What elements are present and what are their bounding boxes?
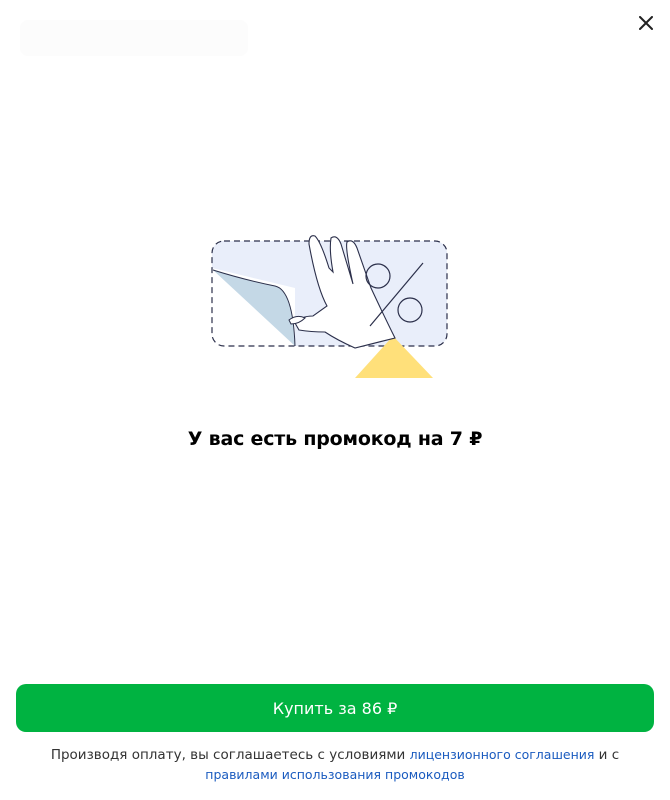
legal-text-middle: и с bbox=[594, 747, 620, 763]
promo-title: У вас есть промокод на 7 ₽ bbox=[187, 428, 483, 450]
promo-coupon-illustration bbox=[211, 235, 448, 378]
license-agreement-link[interactable]: лицензионного соглашения bbox=[410, 747, 595, 762]
buy-button[interactable]: Купить за 86 ₽ bbox=[16, 684, 654, 732]
close-icon bbox=[639, 16, 653, 30]
promo-rules-link[interactable]: правилами использования промокодов bbox=[205, 767, 464, 782]
promo-dialog: У вас есть промокод на 7 ₽ Купить за 86 … bbox=[0, 0, 670, 800]
legal-notice: Производя оплату, вы соглашаетесь с усло… bbox=[40, 745, 630, 785]
header-placeholder bbox=[20, 20, 248, 56]
close-button[interactable] bbox=[634, 11, 658, 35]
legal-text-before: Производя оплату, вы соглашаетесь с усло… bbox=[50, 747, 410, 763]
